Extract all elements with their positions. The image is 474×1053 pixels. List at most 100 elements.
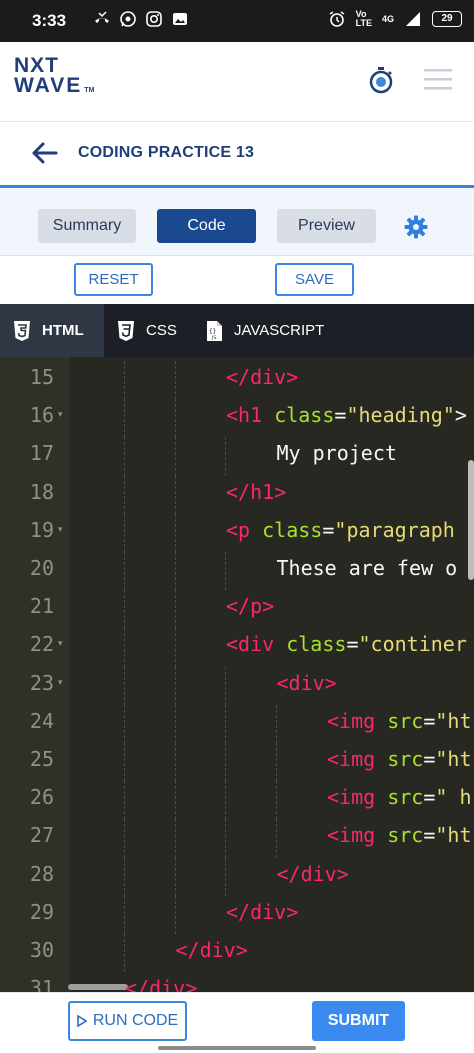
code-line[interactable]: <h1 class="heading">: [226, 403, 467, 427]
indent-guide: [174, 475, 176, 514]
file-tab-javascript[interactable]: {} JS JAVASCRIPT: [204, 304, 324, 357]
indent-guide: [174, 437, 176, 476]
fold-arrow-icon[interactable]: ▾: [58, 525, 66, 535]
code-line[interactable]: <div class="continer: [226, 632, 467, 656]
indent-guide: [124, 552, 125, 591]
file-tab-html[interactable]: HTML: [0, 304, 104, 357]
code-line[interactable]: <p class="paragraph: [226, 518, 455, 542]
code-token: =: [346, 632, 359, 657]
code-token: >: [235, 938, 248, 962]
code-token: >: [286, 899, 299, 924]
indent-guide: [124, 819, 125, 858]
line-number: 24: [29, 708, 54, 733]
line-number: 22: [29, 632, 54, 657]
submit-button[interactable]: SUBMIT: [312, 1001, 405, 1041]
code-token: div: [149, 976, 186, 992]
code-token: </: [226, 479, 251, 504]
indent-guide: [225, 666, 226, 705]
gear-icon[interactable]: [404, 215, 428, 239]
file-tab-javascript-label: JAVASCRIPT: [234, 322, 325, 339]
indent-guide: [124, 704, 125, 743]
code-token: div: [300, 861, 337, 886]
tab-code[interactable]: Code: [157, 209, 256, 243]
line-number: 25: [29, 747, 54, 771]
code-line[interactable]: My project: [277, 441, 397, 465]
code-token: >: [454, 403, 467, 428]
app-header: NXT WAVE TM: [0, 42, 474, 122]
fold-arrow-icon[interactable]: ▾: [58, 678, 66, 688]
indent-guide: [174, 399, 176, 438]
indent-guide: [275, 781, 277, 820]
notification-icons: [93, 10, 189, 28]
code-line[interactable]: <div>: [277, 671, 337, 695]
alarm-icon: [329, 11, 345, 27]
run-code-button[interactable]: RUN CODE: [68, 1001, 187, 1041]
save-button[interactable]: SAVE: [275, 263, 354, 296]
js-file-icon: {} JS: [207, 320, 222, 341]
code-token: <: [327, 747, 340, 771]
code-line[interactable]: </div>: [125, 976, 197, 992]
code-token: " h: [435, 785, 472, 810]
code-token: div: [238, 632, 275, 657]
code-line[interactable]: <img src="ht: [327, 747, 472, 771]
code-token: These are few o: [276, 556, 458, 580]
line-number: 23: [29, 670, 54, 695]
fold-arrow-icon[interactable]: ▾: [58, 410, 66, 420]
code-token: img: [339, 823, 376, 848]
code-token: </: [276, 861, 301, 886]
indent-guide: [124, 743, 125, 782]
code-line[interactable]: </p>: [226, 594, 274, 618]
code-line[interactable]: These are few o: [277, 556, 458, 580]
missed-call-icon: [95, 11, 109, 23]
code-line[interactable]: <img src="ht: [327, 709, 472, 733]
code-token: "continer: [358, 632, 467, 657]
line-number: 27: [29, 823, 54, 848]
code-token: >: [262, 594, 275, 619]
code-token: "ht: [435, 708, 472, 733]
code-token: "ht: [435, 747, 472, 771]
code-line[interactable]: </h1>: [226, 480, 286, 504]
code-token: >: [185, 976, 198, 992]
code-token: =: [423, 823, 436, 848]
code-token: "ht: [435, 823, 472, 848]
indent-guide: [174, 513, 176, 552]
indent-guide: [124, 628, 125, 667]
title-bar: CODING PRACTICE 13: [0, 123, 474, 185]
signal-icon: [406, 12, 420, 26]
code-line[interactable]: <img src=" h: [327, 785, 472, 809]
code-line[interactable]: </div>: [277, 862, 349, 886]
code-token: "paragraph: [334, 517, 455, 542]
fold-arrow-icon[interactable]: ▾: [58, 639, 66, 649]
code-line[interactable]: </div>: [226, 365, 298, 389]
status-bar: 3:33 Vo LTE 4G 29: [0, 0, 474, 42]
indent-guide: [124, 590, 125, 629]
code-token: >: [286, 365, 299, 389]
svg-text:JS: JS: [211, 335, 216, 341]
line-number: 28: [29, 861, 54, 886]
code-editor[interactable]: 15 </div> 16 ▾ <h1 class="heading"> 17 My proj…: [0, 357, 474, 992]
back-arrow-icon[interactable]: [30, 141, 58, 165]
tab-summary[interactable]: Summary: [38, 209, 136, 243]
reset-button[interactable]: RESET: [74, 263, 153, 296]
code-token: >: [336, 861, 349, 886]
nxtwave-logo[interactable]: NXT WAVE TM: [14, 55, 94, 101]
code-line[interactable]: <img src="ht: [327, 823, 472, 847]
code-token: <: [226, 632, 239, 657]
code-token: My project: [276, 441, 397, 466]
code-token: src: [387, 823, 424, 848]
file-tab-css[interactable]: CSS: [116, 304, 177, 357]
code-token: img: [339, 785, 376, 810]
vertical-scrollbar[interactable]: [468, 460, 474, 580]
code-line[interactable]: </div>: [176, 938, 248, 962]
line-number: 30: [29, 938, 54, 962]
indent-guide: [275, 819, 277, 858]
horizontal-scrollbar[interactable]: [68, 984, 128, 990]
code-line[interactable]: </div>: [226, 900, 298, 924]
css3-icon: [118, 320, 134, 341]
tab-preview[interactable]: Preview: [277, 209, 376, 243]
hamburger-menu-icon[interactable]: [424, 68, 452, 90]
stopwatch-icon[interactable]: [368, 66, 394, 94]
code-token: div: [199, 938, 236, 962]
